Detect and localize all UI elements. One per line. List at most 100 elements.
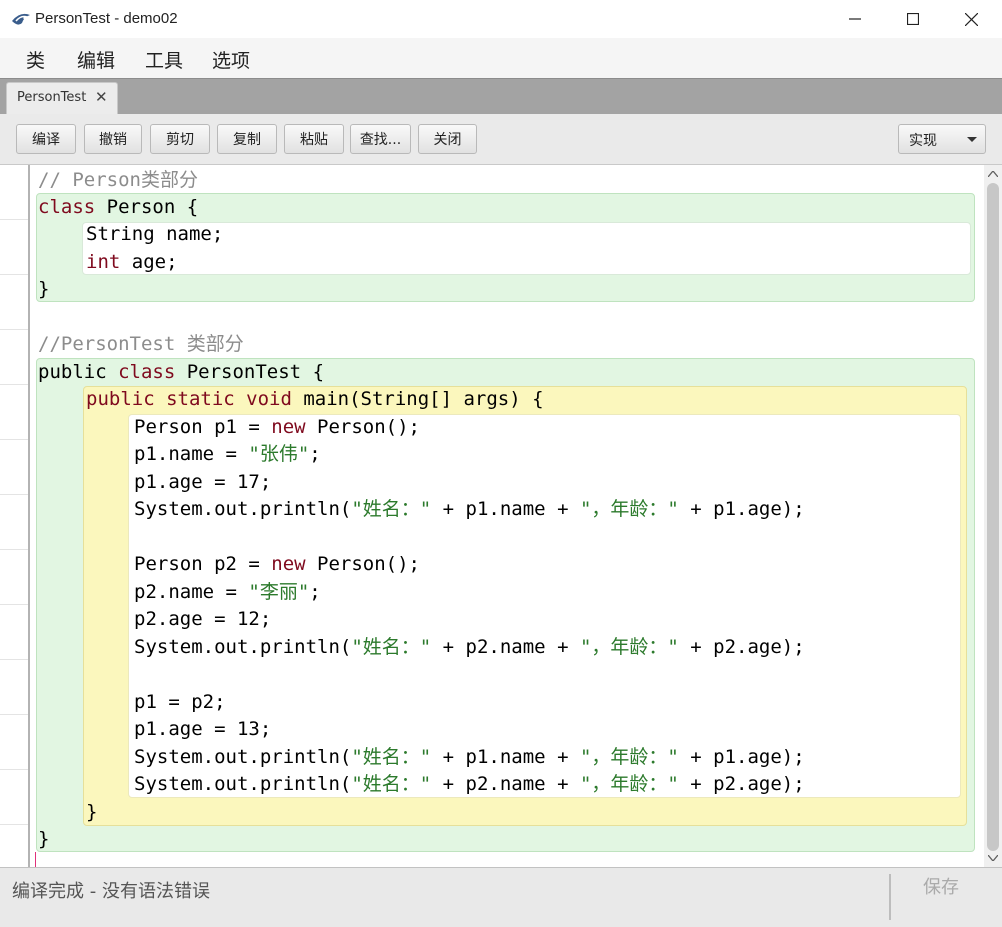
save-button[interactable]: 保存: [906, 872, 976, 900]
code-string: "姓名：": [351, 636, 432, 658]
code-string: "，年龄：": [579, 498, 679, 520]
code-text: Person();: [305, 553, 420, 575]
code-line: public static void main(String[] args) {: [86, 386, 544, 413]
code-line: class Person {: [38, 194, 198, 221]
code-keyword: int: [86, 251, 121, 273]
tab-label: PersonTest: [17, 90, 87, 105]
code-text: age;: [120, 251, 178, 273]
code-text: + p1.name +: [431, 746, 580, 768]
status-bar: 编译完成 - 没有语法错误 保存: [0, 867, 1002, 927]
code-line: p1.name = "张伟";: [134, 441, 321, 468]
code-line: public class PersonTest {: [38, 359, 324, 386]
code-line: System.out.println("姓名：" + p2.name + "，年…: [134, 634, 805, 661]
code-text: Person p1 =: [134, 416, 272, 438]
code-line: int age;: [86, 249, 178, 276]
code-text: main(String[] args) {: [291, 388, 544, 410]
scroll-down-arrow-icon[interactable]: [984, 851, 1002, 865]
menu-options[interactable]: 选项: [212, 46, 250, 73]
code-keyword: public: [38, 361, 107, 383]
close-icon: [964, 12, 978, 26]
code-keyword: class: [38, 196, 96, 218]
menu-edit[interactable]: 编辑: [77, 46, 115, 73]
vertical-scrollbar[interactable]: [984, 165, 1002, 867]
code-text: + p2.name +: [431, 773, 580, 795]
status-divider: [889, 874, 891, 920]
text-caret: [35, 852, 36, 868]
code-line: p2.name = "李丽";: [134, 579, 321, 606]
code-text: + p1.age);: [678, 498, 805, 520]
code-text: + p1.name +: [431, 498, 580, 520]
code-line: String name;: [86, 223, 224, 245]
code-string: "，年龄：": [579, 773, 679, 795]
code-string: "姓名：": [351, 498, 432, 520]
code-line: p1 = p2;: [134, 691, 226, 713]
code-comment: //PersonTest 类部分: [38, 333, 244, 355]
code-text: ;: [309, 581, 321, 603]
code-line: p2.age = 12;: [134, 608, 272, 630]
maximize-icon: [907, 13, 919, 25]
code-line: System.out.println("姓名：" + p2.name + "，年…: [134, 771, 805, 798]
code-text: ;: [309, 443, 321, 465]
code-text: + p1.age);: [678, 746, 805, 768]
code-string: "姓名：": [351, 746, 432, 768]
window-title: PersonTest - demo02: [35, 10, 178, 27]
code-line: }: [38, 828, 50, 850]
code-line: System.out.println("姓名：" + p1.name + "，年…: [134, 496, 805, 523]
code-text: Person p2 =: [134, 553, 272, 575]
code-keyword: public static void: [86, 388, 292, 410]
code-line: }: [38, 278, 50, 300]
chevron-down-icon: [967, 137, 977, 142]
undo-button[interactable]: 撤销: [84, 124, 142, 154]
code-line: p1.age = 13;: [134, 718, 272, 740]
menu-tools[interactable]: 工具: [145, 46, 183, 73]
close-editor-button[interactable]: 关闭: [418, 124, 477, 154]
maximize-button[interactable]: [884, 0, 942, 38]
tab-close-icon[interactable]: ✕: [95, 88, 108, 106]
close-window-button[interactable]: [942, 0, 1000, 38]
minimize-icon: [849, 18, 861, 20]
code-text: Person();: [305, 416, 420, 438]
minimize-button[interactable]: [826, 0, 884, 38]
code-line: Person p1 = new Person();: [134, 414, 420, 441]
code-line: }: [86, 801, 98, 823]
code-text: System.out.println(: [134, 746, 352, 768]
code-text: + p2.age);: [678, 636, 805, 658]
code-keyword: new: [271, 553, 306, 575]
code-string: "，年龄：": [579, 746, 679, 768]
view-mode-select[interactable]: 实现: [898, 124, 986, 154]
compile-button[interactable]: 编译: [16, 124, 76, 154]
code-line: Person p2 = new Person();: [134, 551, 420, 578]
code-line: p1.age = 17;: [134, 471, 272, 493]
code-string: "李丽": [248, 581, 310, 603]
code-text: + p2.age);: [678, 773, 805, 795]
code-string: "张伟": [248, 443, 310, 465]
code-text: System.out.println(: [134, 773, 352, 795]
menu-class[interactable]: 类: [26, 46, 45, 73]
code-text: p1.name =: [134, 443, 249, 465]
code-editor[interactable]: // Person类部分 class Person { String name;…: [32, 165, 984, 867]
status-message: 编译完成 - 没有语法错误: [12, 881, 210, 902]
code-string: "姓名：": [351, 773, 432, 795]
bluej-app-icon: [10, 9, 32, 29]
code-keyword: class: [118, 361, 176, 383]
code-text: System.out.println(: [134, 498, 352, 520]
paste-button[interactable]: 粘贴: [284, 124, 344, 154]
line-gutter[interactable]: [0, 165, 30, 867]
code-text: PersonTest {: [175, 361, 325, 383]
code-comment: // Person类部分: [38, 169, 198, 191]
scrollbar-thumb[interactable]: [987, 183, 999, 851]
code-text: p2.name =: [134, 581, 249, 603]
code-string: "，年龄：": [579, 636, 679, 658]
scroll-up-arrow-icon[interactable]: [984, 167, 1002, 181]
tab-persontest[interactable]: PersonTest ✕: [6, 82, 118, 114]
find-button[interactable]: 查找...: [350, 124, 411, 154]
copy-button[interactable]: 复制: [217, 124, 277, 154]
code-text: + p2.name +: [431, 636, 580, 658]
cut-button[interactable]: 剪切: [150, 124, 210, 154]
view-mode-value: 实现: [909, 133, 937, 149]
code-text: System.out.println(: [134, 636, 352, 658]
code-text: Person {: [95, 196, 199, 218]
code-line: System.out.println("姓名：" + p1.name + "，年…: [134, 744, 805, 771]
tab-strip: [0, 78, 1002, 115]
code-keyword: new: [271, 416, 306, 438]
